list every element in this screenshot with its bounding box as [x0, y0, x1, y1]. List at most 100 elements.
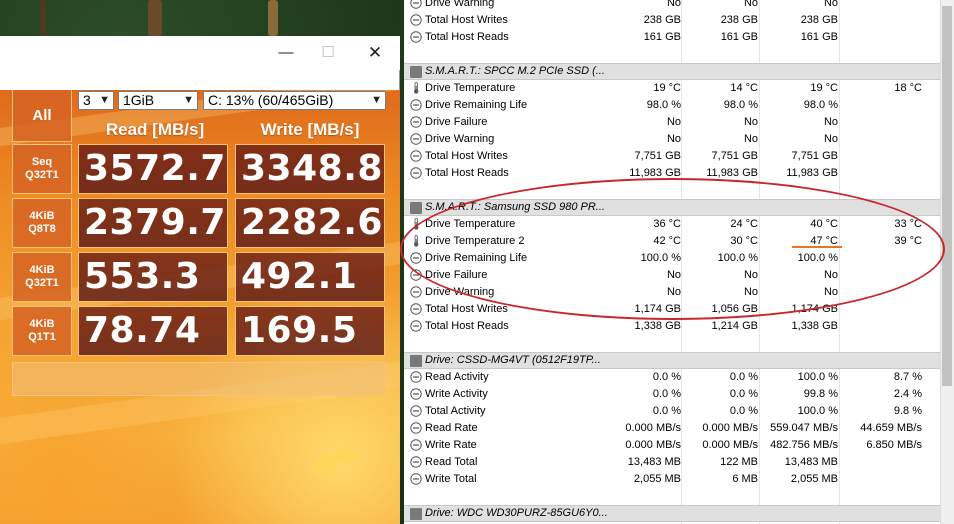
sensor-row[interactable]: Total Host Writes 1,174 GB 1,056 GB 1,174 G… — [404, 301, 940, 318]
sensor-row[interactable]: Read Activity 0.0 % 0.0 % 100.0 % 8.7 % — [404, 369, 940, 386]
sensor-name: Drive Temperature 2 — [425, 235, 525, 247]
sensor-row[interactable]: Drive Temperature 36 °C 24 °C 40 °C 33 °C — [404, 216, 940, 233]
gauge-icon — [410, 473, 422, 485]
sensor-value-c3: 7,751 GB — [791, 150, 838, 162]
drive-icon — [410, 202, 422, 214]
sensor-value-c2: 1,214 GB — [711, 320, 758, 332]
crystaldiskmark-window: — ☐ ✕ All 3 ▼ 1GiB ▼ C: 13% (60/465GiB) … — [0, 36, 400, 524]
test-label-line2: Q8T8 — [28, 223, 56, 235]
title-bar: — ☐ ✕ — [0, 36, 400, 70]
sensor-row[interactable]: Drive Warning No No No — [404, 284, 940, 301]
sensor-value-c1: 98.0 % — [646, 99, 681, 111]
sensor-row[interactable]: Read Total 13,483 MB 122 MB 13,483 MB — [404, 454, 940, 471]
test-button-4k-q1t1[interactable]: 4KiB Q1T1 — [12, 306, 72, 356]
sensor-row[interactable]: Write Activity 0.0 % 0.0 % 99.8 % 2.4 % — [404, 386, 940, 403]
all-button[interactable]: All — [12, 90, 72, 142]
sensor-value-c3: 238 GB — [800, 14, 838, 26]
minimize-button[interactable]: — — [275, 42, 297, 64]
drive-select[interactable]: C: 13% (60/465GiB) ▼ — [203, 91, 386, 110]
test-button-4k-q32t1[interactable]: 4KiB Q32T1 — [12, 252, 72, 302]
sensor-row[interactable]: Drive Failure No No No — [404, 114, 940, 131]
benchmark-panel: All 3 ▼ 1GiB ▼ C: 13% (60/465GiB) ▼ Read… — [0, 90, 400, 524]
sensor-value-c1: No — [666, 286, 681, 298]
test-label-line2: Q32T1 — [25, 169, 59, 181]
sensor-value-c1: 238 GB — [643, 14, 681, 26]
sensor-value-c3: 161 GB — [800, 31, 838, 43]
sensor-name: Drive Temperature — [425, 218, 516, 230]
sensor-row[interactable]: Total Host Reads 1,338 GB 1,214 GB 1,338 GB — [404, 318, 940, 335]
sensor-value-c1: 13,483 MB — [627, 456, 681, 468]
tree-trunk — [40, 0, 46, 36]
sensor-row[interactable]: Total Host Writes 7,751 GB 7,751 GB 7,751 G… — [404, 148, 940, 165]
sensor-name: Total Activity — [425, 405, 486, 417]
sensor-row[interactable]: Total Activity 0.0 % 0.0 % 100.0 % 9.8 % — [404, 403, 940, 420]
sensor-group-header[interactable]: Drive: CSSD-MG4VT (0512F19TP... — [404, 352, 940, 369]
sensor-row[interactable]: Write Rate 0.000 MB/s 0.000 MB/s 482.756 MB… — [404, 437, 940, 454]
sensor-value-c3: 11,983 GB — [786, 167, 838, 179]
close-button[interactable]: ✕ — [364, 42, 386, 64]
test-label-line1: 4KiB — [29, 318, 55, 330]
sensor-value-c2: 7,751 GB — [711, 150, 758, 162]
sensor-group-title: S.M.A.R.T.: Samsung SSD 980 PR... — [425, 201, 605, 213]
count-select[interactable]: 3 ▼ — [78, 91, 114, 110]
sensor-row[interactable]: Read Rate 0.000 MB/s 0.000 MB/s 559.047 MB/… — [404, 420, 940, 437]
thermometer-icon — [410, 218, 422, 230]
sensor-name: Read Rate — [425, 422, 478, 434]
comment-field[interactable] — [12, 362, 386, 396]
sensor-value-c1: 161 GB — [643, 31, 681, 43]
sensor-name: Drive Failure — [425, 116, 488, 128]
ginkgo-leaf-icon — [310, 449, 360, 481]
sensor-value-c3: 482.756 MB/s — [770, 439, 838, 451]
sensor-value-c1: No — [666, 133, 681, 145]
sensor-row[interactable]: Drive Temperature 2 42 °C 30 °C 47 °C 39 °C — [404, 233, 940, 250]
sensor-value-c3: 99.8 % — [803, 388, 838, 400]
gauge-icon — [410, 456, 422, 468]
sensor-group-header[interactable]: Drive: WDC WD30PURZ-85GU6Y0... — [404, 505, 940, 522]
sensor-row[interactable]: Drive Remaining Life 98.0 % 98.0 % 98.0 % — [404, 97, 940, 114]
orange-underline-mark — [792, 246, 842, 248]
sensor-value-c1: 0.000 MB/s — [625, 422, 681, 434]
sensor-value-c3: No — [823, 0, 838, 9]
sensor-row[interactable]: Total Host Writes 238 GB 238 GB 238 GB — [404, 12, 940, 29]
sensor-group-header[interactable]: S.M.A.R.T.: Samsung SSD 980 PR... — [404, 199, 940, 216]
test-button-seq-q32t1[interactable]: Seq Q32T1 — [12, 144, 72, 194]
maximize-button[interactable]: ☐ — [317, 42, 339, 64]
sensor-value-c2: 0.0 % — [729, 371, 758, 383]
sensor-row[interactable]: Drive Temperature 19 °C 14 °C 19 °C 18 °C — [404, 80, 940, 97]
gauge-icon — [410, 133, 422, 145]
sensor-row[interactable]: Drive Warning No No No — [404, 0, 940, 12]
read-result: 553.3 — [78, 252, 228, 302]
test-label-line2: Q32T1 — [25, 277, 59, 289]
gauge-icon — [410, 371, 422, 383]
sensor-value-c2: 0.0 % — [729, 388, 758, 400]
test-button-4k-q8t8[interactable]: 4KiB Q8T8 — [12, 198, 72, 248]
sensor-value-c1: 0.0 % — [652, 371, 681, 383]
sensor-value-c4: 18 °C — [894, 82, 922, 94]
gauge-icon — [410, 320, 422, 332]
sensor-value-c4: 2.4 % — [893, 388, 922, 400]
sensor-value-c4: 9.8 % — [893, 405, 922, 417]
sensor-name: Drive Warning — [425, 286, 495, 298]
size-select[interactable]: 1GiB ▼ — [118, 91, 198, 110]
sensor-row[interactable]: Write Total 2,055 MB 6 MB 2,055 MB — [404, 471, 940, 488]
gauge-icon — [410, 99, 422, 111]
sensor-row[interactable]: Drive Remaining Life 100.0 % 100.0 % 100.0 … — [404, 250, 940, 267]
read-result: 3572.7 — [78, 144, 228, 194]
write-column-header: Write [MB/s] — [260, 120, 360, 139]
test-label-line1: Seq — [31, 156, 53, 168]
sensor-value-c3: 1,174 GB — [791, 303, 838, 315]
sensor-name: Total Host Writes — [425, 303, 508, 315]
sensor-value-c1: 2,055 MB — [633, 473, 681, 485]
sensor-row[interactable]: Drive Warning No No No — [404, 131, 940, 148]
scrollbar-thumb[interactable] — [942, 6, 952, 386]
sensor-value-c1: 19 °C — [653, 82, 681, 94]
sensor-group-header[interactable]: S.M.A.R.T.: SPCC M.2 PCIe SSD (... — [404, 63, 940, 80]
read-result: 2379.7 — [78, 198, 228, 248]
write-result: 2282.6 — [235, 198, 385, 248]
sensor-value-c3: 2,055 MB — [790, 473, 838, 485]
sensor-row[interactable]: Drive Failure No No No — [404, 267, 940, 284]
sensor-name: Drive Remaining Life — [425, 252, 528, 264]
sensor-row[interactable]: Total Host Reads 11,983 GB 11,983 GB 11,983… — [404, 165, 940, 182]
sensor-value-c2: 100.0 % — [717, 252, 758, 264]
sensor-row[interactable]: Total Host Reads 161 GB 161 GB 161 GB — [404, 29, 940, 46]
